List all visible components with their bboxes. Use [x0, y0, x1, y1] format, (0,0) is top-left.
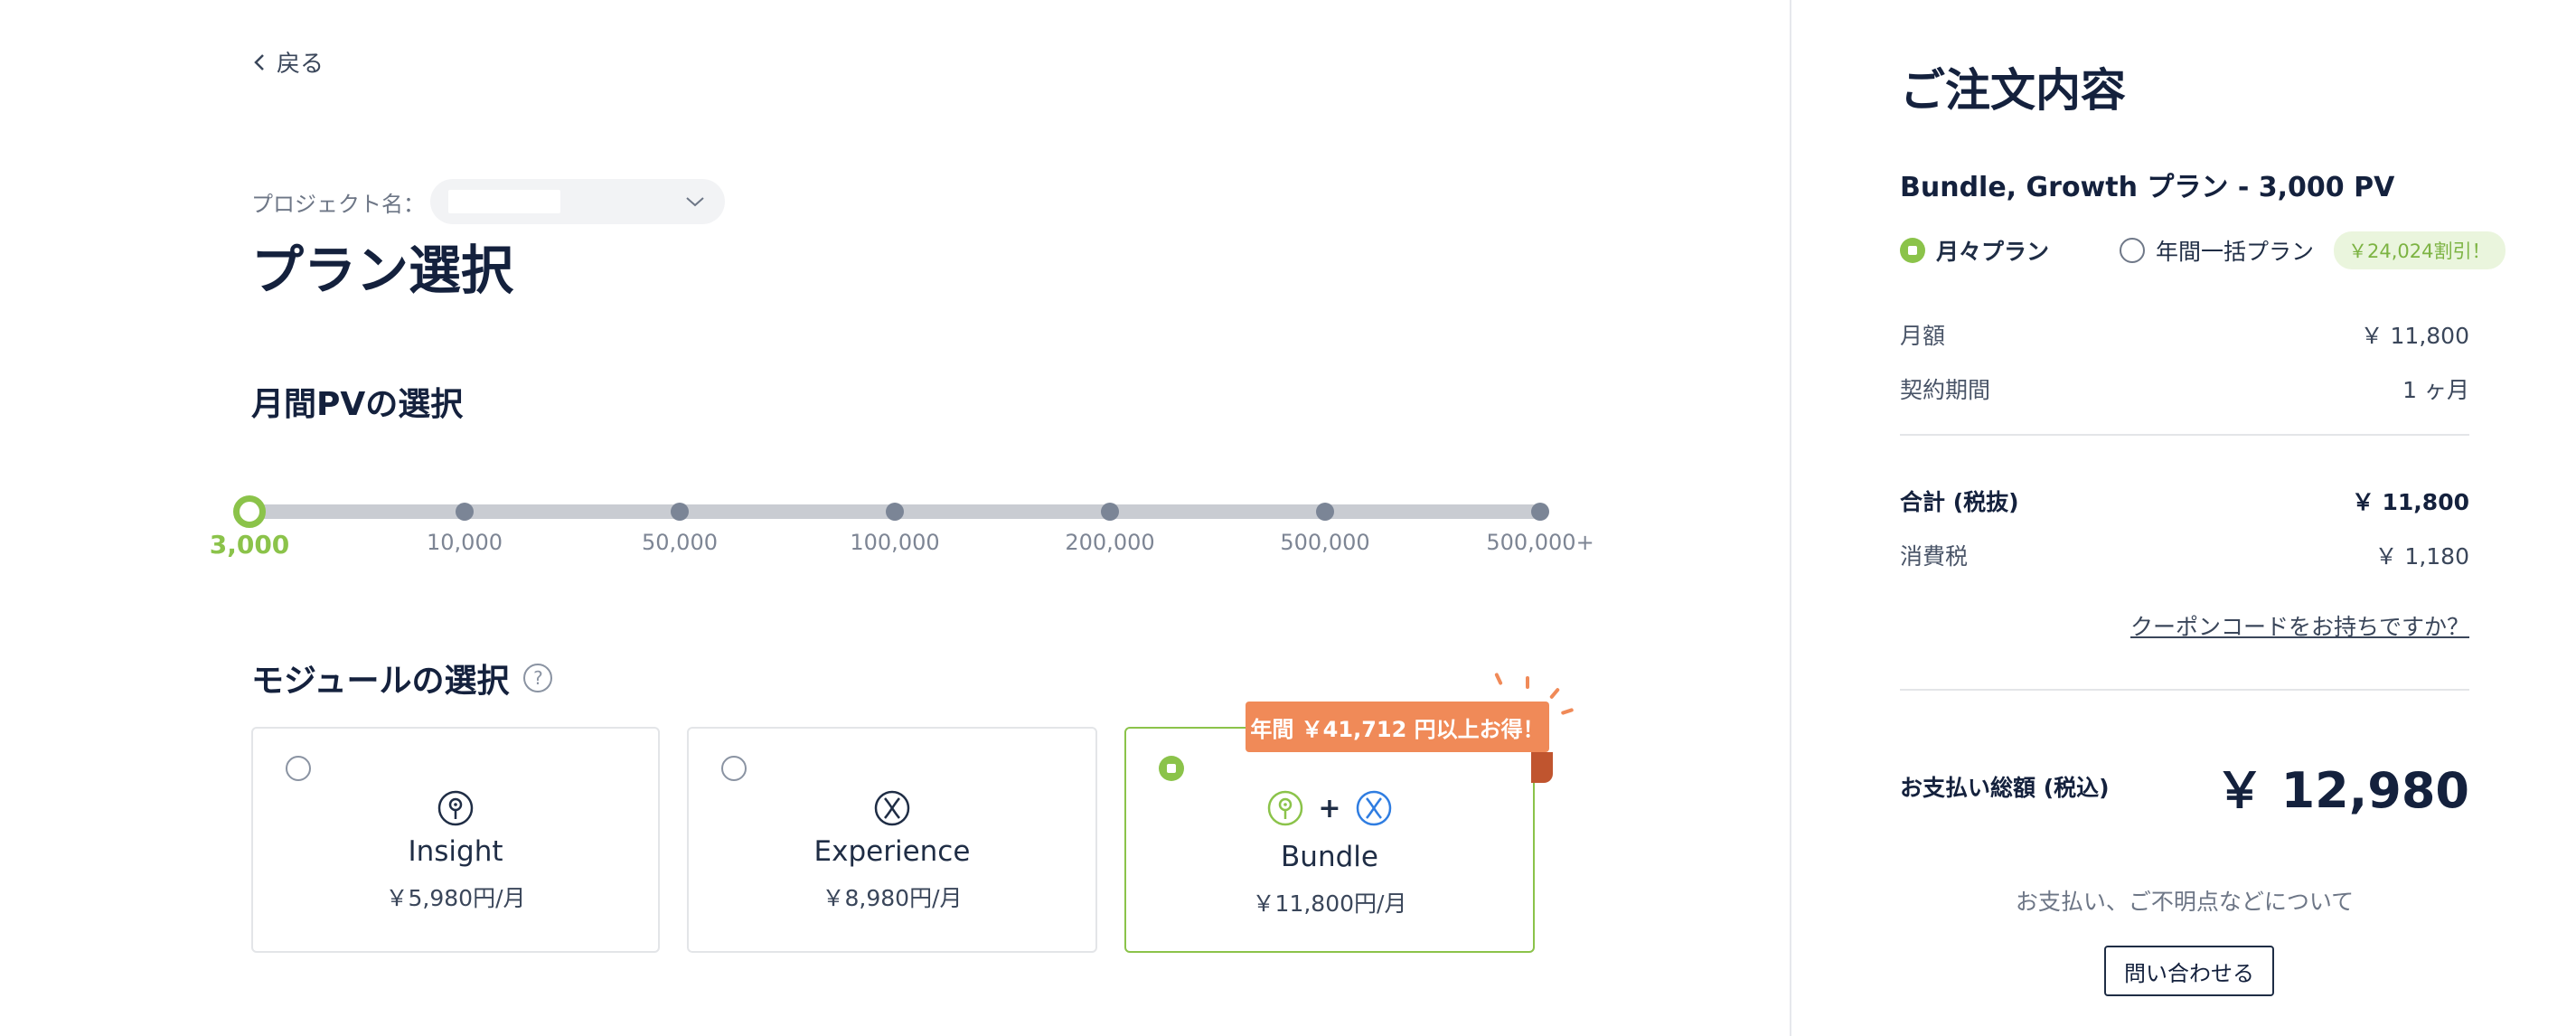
tax-value: ￥ 1,180: [2374, 543, 2469, 570]
pv-stop-label: 200,000: [1065, 530, 1155, 555]
pv-stop-500000[interactable]: [1316, 503, 1334, 521]
module-price: ￥8,980円/月: [822, 885, 963, 911]
module-icon-row: [253, 788, 658, 828]
project-name-redacted: [448, 190, 560, 213]
help-icon[interactable]: ?: [523, 664, 553, 692]
tax-row: 消費税 ￥ 1,180: [1900, 539, 2469, 571]
chevron-down-icon: [686, 197, 704, 207]
module-card-bundle[interactable]: + Bundle ￥11,800円/月: [1124, 727, 1535, 953]
promo-ribbon-fold: [1531, 752, 1553, 783]
order-title: ご注文内容: [1900, 64, 2126, 117]
module-name: Experience: [813, 835, 971, 868]
total-row: お支払い総額 (税込) ￥ 12,980: [1900, 750, 2469, 822]
x-figure-icon: [1356, 790, 1391, 826]
module-icon-row: [689, 788, 1095, 828]
spark-decoration: [1548, 687, 1561, 700]
project-label: プロジェクト名：: [251, 191, 425, 217]
subtotal-label: 合計 (税抜): [1900, 489, 2019, 515]
discount-badge: ￥24,024割引！: [2334, 231, 2505, 269]
contact-button[interactable]: 問い合わせる: [2104, 946, 2274, 996]
billing-annual-radio[interactable]: [2120, 238, 2146, 263]
pv-stop-100000[interactable]: [886, 503, 904, 521]
coupon-link[interactable]: クーポンコードをお持ちですか？: [2130, 609, 2469, 642]
pv-stop-label: 50,000: [642, 530, 718, 555]
module-price: ￥5,980円/月: [385, 885, 526, 911]
order-plan-name: Bundle, Growth プラン - 3,000 PV: [1900, 172, 2395, 203]
back-label: 戻る: [277, 51, 324, 78]
pv-stop-10000[interactable]: [456, 503, 474, 521]
billing-monthly-label: 月々プラン: [1936, 239, 2050, 265]
pv-section-title: 月間PVの選択: [251, 386, 464, 423]
module-radio-bundle[interactable]: [1159, 756, 1184, 781]
pv-stop-label: 3,000: [209, 530, 290, 560]
term-value: 1 ヶ月: [2402, 377, 2469, 403]
bulb-icon: [437, 790, 474, 826]
monthly-value: ￥ 11,800: [2360, 323, 2469, 349]
pv-stop-label: 10,000: [427, 530, 503, 555]
pv-slider[interactable]: 3,000 10,000 50,000 100,000 200,000 500,…: [210, 495, 1594, 568]
term-label: 契約期間: [1900, 377, 1991, 403]
back-link[interactable]: 戻る: [251, 45, 324, 79]
pv-stop-500000-plus[interactable]: [1531, 503, 1549, 521]
module-icon-row: +: [1126, 788, 1533, 828]
x-figure-icon: [874, 790, 910, 826]
module-radio-experience[interactable]: [721, 756, 747, 781]
term-row: 契約期間 1 ヶ月: [1900, 372, 2469, 405]
page-title: プラン選択: [251, 240, 514, 301]
module-price: ￥11,800円/月: [1252, 890, 1407, 917]
bulb-icon: [1268, 790, 1303, 826]
spark-decoration: [1560, 707, 1575, 716]
pv-stop-label: 100,000: [850, 530, 940, 555]
chevron-left-icon: [254, 53, 264, 71]
billing-annual-option[interactable]: 年間一括プラン: [2120, 234, 2314, 267]
divider-line: [1900, 689, 2469, 691]
total-label: お支払い総額 (税込): [1900, 774, 2110, 801]
plan-selection-panel: 戻る プロジェクト名： プラン選択 月間PVの選択 3,000 10,000 5…: [0, 0, 1790, 1036]
plus-sign: +: [1318, 792, 1341, 824]
pv-stop-label: 500,000: [1280, 530, 1370, 555]
promo-ribbon: 年間 ￥41,712 円以上お得！: [1246, 702, 1549, 752]
module-card-insight[interactable]: Insight ￥5,980円/月: [251, 727, 660, 953]
pv-stop-50000[interactable]: [671, 503, 689, 521]
module-card-experience[interactable]: Experience ￥8,980円/月: [687, 727, 1097, 953]
help-text: お支払い、ご不明点などについて: [2015, 889, 2355, 915]
billing-annual-label: 年間一括プラン: [2156, 239, 2315, 265]
spark-decoration: [1494, 672, 1503, 686]
monthly-row: 月額 ￥ 11,800: [1900, 318, 2469, 351]
billing-monthly-radio[interactable]: [1900, 238, 1925, 263]
module-title-text: モジュールの選択: [251, 663, 510, 700]
tax-label: 消費税: [1900, 543, 1969, 570]
project-dropdown[interactable]: [430, 179, 725, 224]
monthly-label: 月額: [1900, 323, 1946, 349]
billing-monthly-option[interactable]: 月々プラン: [1900, 234, 2049, 267]
module-name: Insight: [408, 835, 503, 868]
divider-line: [1900, 434, 2469, 436]
subtotal-value: ￥ 11,800: [2351, 489, 2469, 515]
total-value: ￥ 12,980: [2214, 762, 2469, 819]
pv-stop-label: 500,000+: [1486, 530, 1594, 555]
subtotal-row: 合計 (税抜) ￥ 11,800: [1900, 485, 2469, 517]
project-selector: プロジェクト名：: [251, 179, 725, 224]
module-name: Bundle: [1281, 841, 1378, 873]
billing-options: 月々プラン 年間一括プラン ￥24,024割引！: [1900, 231, 2505, 269]
order-summary-panel: ご注文内容 Bundle, Growth プラン - 3,000 PV 月々プラ…: [1791, 0, 2576, 1036]
pv-stop-200000[interactable]: [1101, 503, 1119, 521]
pv-stop-3000[interactable]: [233, 495, 266, 528]
module-section-title: モジュールの選択 ?: [251, 655, 553, 702]
module-radio-insight[interactable]: [286, 756, 311, 781]
spark-decoration: [1526, 676, 1529, 689]
